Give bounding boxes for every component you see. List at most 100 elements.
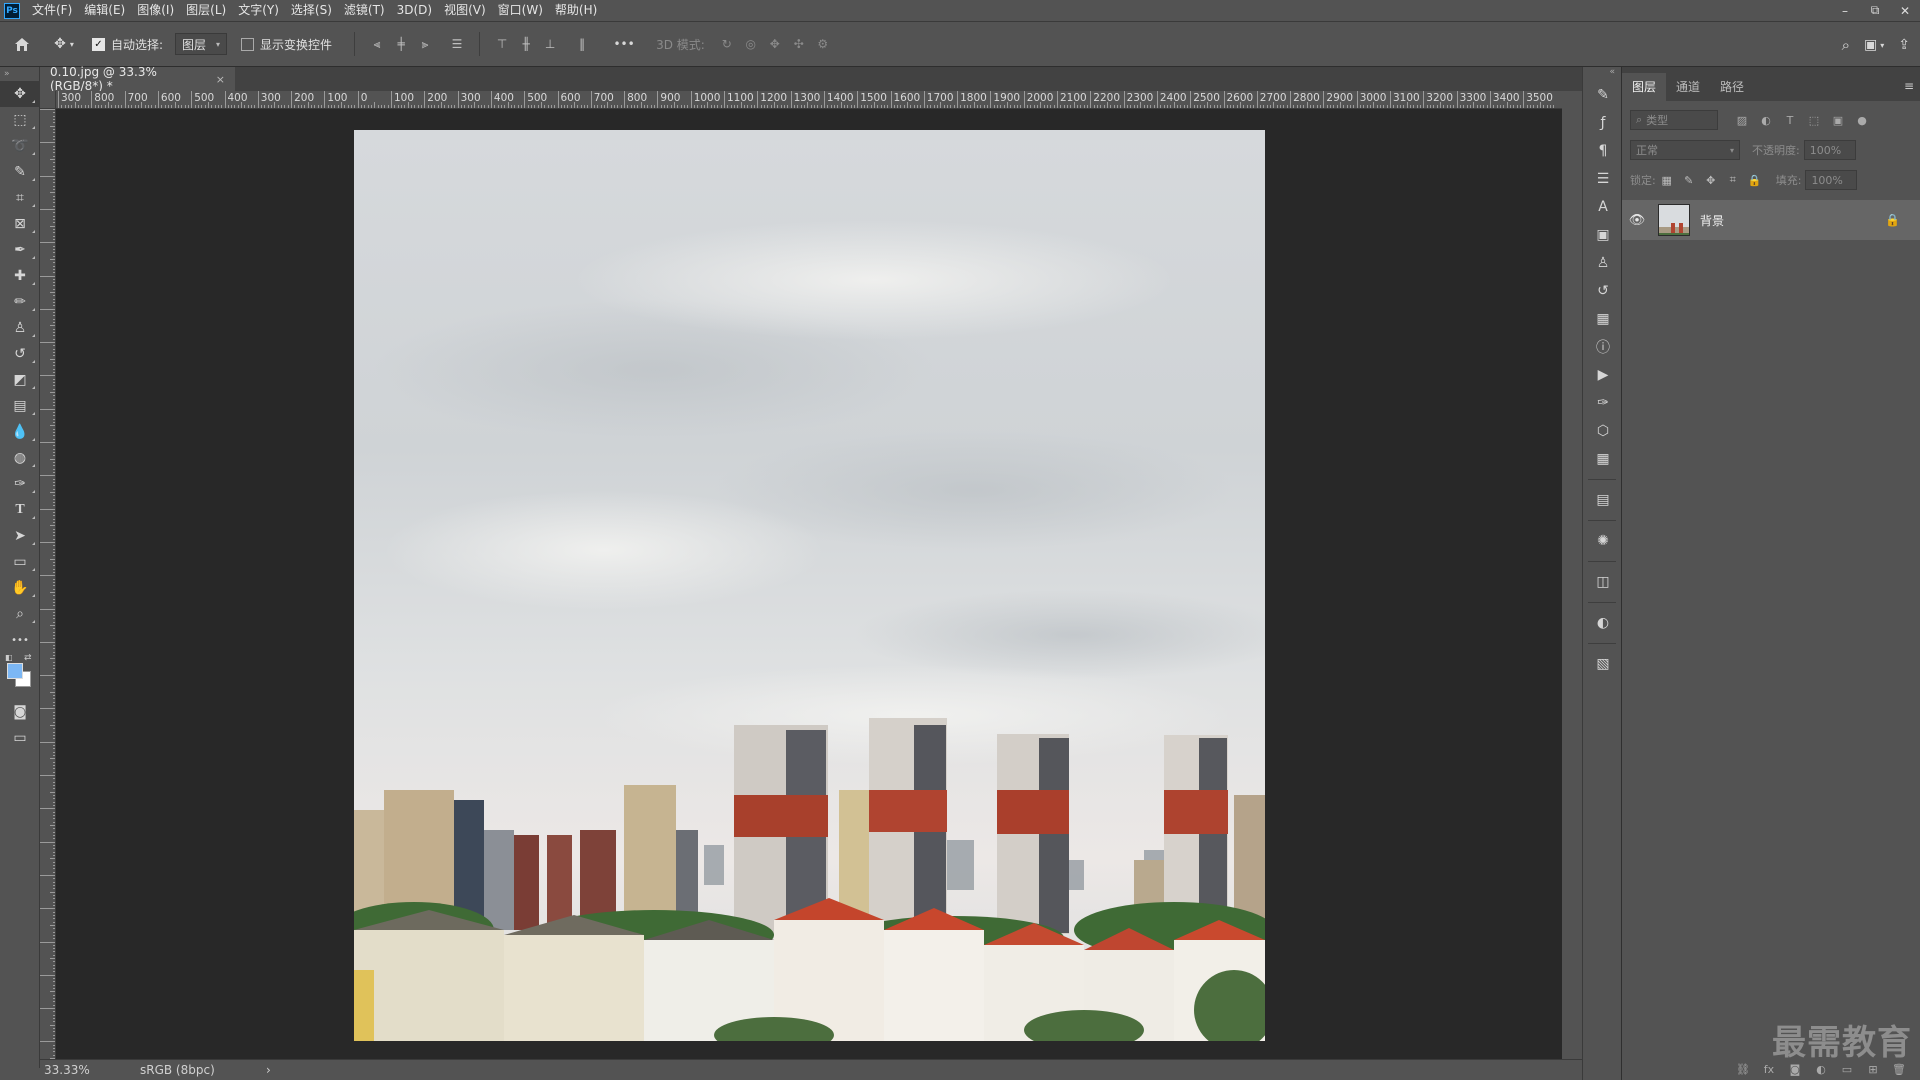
tab-channels[interactable]: 通道 bbox=[1666, 73, 1710, 101]
menu-item[interactable]: 编辑(E) bbox=[78, 0, 131, 21]
history-icon[interactable]: ↺ bbox=[1583, 277, 1623, 305]
horizontal-ruler[interactable]: 300 800 700 600 500 400 300 200 100 0 100 200 300 400… bbox=[56, 91, 1562, 109]
navigator-icon[interactable]: ◫ bbox=[1583, 568, 1623, 596]
slide-3d-icon[interactable]: ✣ bbox=[787, 37, 811, 51]
path-select-tool[interactable]: ➤ bbox=[0, 523, 40, 549]
layer-filter-dropdown[interactable]: ⌕ 类型 bbox=[1630, 110, 1718, 130]
align-bottom-icon[interactable]: ⊥ bbox=[538, 37, 562, 51]
menu-item[interactable]: 选择(S) bbox=[285, 0, 338, 21]
vertical-ruler[interactable] bbox=[40, 109, 56, 1059]
blend-mode-dropdown[interactable]: 正常 ▾ bbox=[1630, 140, 1740, 160]
table-icon[interactable]: ▦ bbox=[1583, 445, 1623, 473]
brush-tool[interactable]: ✏ bbox=[0, 289, 40, 315]
lock-all-icon[interactable]: 🔒 bbox=[1744, 174, 1766, 187]
ruler-origin[interactable] bbox=[40, 91, 56, 109]
tab-layers[interactable]: 图层 bbox=[1622, 73, 1667, 101]
document-tab[interactable]: 0.10.jpg @ 33.3%(RGB/8*) * × bbox=[40, 65, 235, 93]
menu-item[interactable]: 文字(Y) bbox=[232, 0, 285, 21]
menu-item[interactable]: 文件(F) bbox=[26, 0, 78, 21]
auto-select-checkbox[interactable]: ✓ 自动选择: bbox=[92, 36, 163, 53]
type-tool[interactable]: T bbox=[0, 497, 40, 523]
gradients-icon[interactable]: ▧ bbox=[1583, 650, 1623, 678]
hand-tool[interactable]: ✋ bbox=[0, 575, 40, 601]
layer-style-icon[interactable]: fx bbox=[1756, 1063, 1782, 1076]
zoom-tool[interactable]: ⌕ bbox=[0, 601, 40, 627]
paragraph-icon[interactable]: ¶ bbox=[1583, 137, 1623, 165]
link-layers-icon[interactable]: ⛓ bbox=[1730, 1063, 1756, 1076]
filter-adjustment-icon[interactable]: ◐ bbox=[1754, 114, 1778, 127]
lock-position-icon[interactable]: ✥ bbox=[1700, 174, 1722, 187]
menu-item[interactable]: 图像(I) bbox=[131, 0, 180, 21]
blur-tool[interactable]: 💧 bbox=[0, 419, 40, 445]
close-window-button[interactable]: ✕ bbox=[1890, 0, 1920, 21]
adjustments-icon[interactable]: ◐ bbox=[1583, 609, 1623, 637]
3d-icon[interactable]: ⬡ bbox=[1583, 417, 1623, 445]
actions-icon[interactable]: ▶ bbox=[1583, 361, 1623, 389]
filter-shape-icon[interactable]: ⬚ bbox=[1802, 114, 1826, 127]
layer-lock-icon[interactable]: 🔒 bbox=[1885, 213, 1900, 227]
glyphs-icon[interactable]: ƒ bbox=[1583, 109, 1623, 137]
menu-item[interactable]: 窗口(W) bbox=[492, 0, 549, 21]
swap-colors-icon[interactable]: ⇄ bbox=[24, 653, 32, 663]
align-center-h-icon[interactable]: ╪ bbox=[389, 37, 413, 51]
crop-tool[interactable]: ⌗ bbox=[0, 185, 40, 211]
new-layer-icon[interactable]: ⊞ bbox=[1860, 1063, 1886, 1076]
filter-toggle-icon[interactable]: ● bbox=[1850, 114, 1874, 127]
opacity-input[interactable]: 100% bbox=[1803, 140, 1856, 160]
restore-button[interactable]: ⧉ bbox=[1860, 0, 1890, 21]
align-middle-icon[interactable]: ╫ bbox=[514, 37, 538, 51]
status-menu-arrow-icon[interactable]: › bbox=[266, 1063, 271, 1077]
libraries-icon[interactable]: ▣ bbox=[1583, 221, 1623, 249]
foreground-color-swatch[interactable] bbox=[7, 663, 23, 679]
character-icon[interactable]: A bbox=[1583, 193, 1623, 221]
delete-layer-icon[interactable]: 🗑 bbox=[1886, 1063, 1912, 1076]
show-transform-checkbox[interactable]: 显示变换控件 bbox=[241, 36, 332, 53]
eraser-tool[interactable]: ◩ bbox=[0, 367, 40, 393]
close-tab-icon[interactable]: × bbox=[216, 73, 225, 86]
align-left-icon[interactable]: ⫷ bbox=[365, 37, 389, 52]
new-group-icon[interactable]: ▭ bbox=[1834, 1063, 1860, 1076]
history-brush-tool[interactable]: ↺ bbox=[0, 341, 40, 367]
filter-type-icon[interactable]: T bbox=[1778, 114, 1802, 127]
properties-icon[interactable]: ☰ bbox=[1583, 165, 1623, 193]
workspace-icon[interactable]: ▣ ▾ bbox=[1864, 30, 1884, 60]
fill-input[interactable]: 100% bbox=[1805, 170, 1858, 190]
home-icon[interactable] bbox=[0, 29, 44, 59]
tab-paths[interactable]: 路径 bbox=[1710, 73, 1754, 101]
menu-item[interactable]: 图层(L) bbox=[180, 0, 232, 21]
minimize-button[interactable]: – bbox=[1830, 0, 1860, 21]
auto-select-target-dropdown[interactable]: 图层 ▾ bbox=[175, 33, 228, 55]
visibility-eye-icon[interactable]: 👁 bbox=[1622, 213, 1652, 228]
swatches-icon[interactable]: ▦ bbox=[1583, 305, 1623, 333]
filter-smart-object-icon[interactable]: ▣ bbox=[1826, 114, 1850, 127]
show-transform-check[interactable] bbox=[241, 37, 255, 51]
collapse-panels-icon[interactable]: « bbox=[1583, 67, 1621, 81]
lock-transparent-icon[interactable]: ▦ bbox=[1656, 174, 1678, 187]
menu-item[interactable]: 视图(V) bbox=[438, 0, 492, 21]
dodge-tool[interactable]: ◍ bbox=[0, 445, 40, 471]
frame-tool[interactable]: ⊠ bbox=[0, 211, 40, 237]
healing-brush-tool[interactable]: ✚ bbox=[0, 263, 40, 289]
menu-item[interactable]: 帮助(H) bbox=[549, 0, 603, 21]
move-tool[interactable]: ✥ bbox=[0, 81, 40, 107]
quick-mask-icon[interactable]: ◙ bbox=[0, 699, 40, 725]
clone-source-icon[interactable]: ♙ bbox=[1583, 249, 1623, 277]
lock-artboard-icon[interactable]: ⌗ bbox=[1722, 173, 1744, 187]
layer-row[interactable]: 👁 背景 🔒 bbox=[1622, 200, 1920, 240]
distribute-vertical-icon[interactable]: ☰ bbox=[445, 37, 469, 51]
menu-item[interactable]: 3D(D) bbox=[391, 0, 438, 21]
clone-stamp-tool[interactable]: ♙ bbox=[0, 315, 40, 341]
brush-settings-icon[interactable]: ✎ bbox=[1583, 81, 1623, 109]
align-top-icon[interactable]: ⊤ bbox=[490, 37, 514, 51]
eyedropper-tool[interactable]: ✒ bbox=[0, 237, 40, 263]
paths-icon[interactable]: ✑ bbox=[1583, 389, 1623, 417]
add-mask-icon[interactable]: ◙ bbox=[1782, 1063, 1808, 1076]
lasso-tool[interactable]: ➰ bbox=[0, 133, 40, 159]
adjustment-layer-icon[interactable]: ◐ bbox=[1808, 1063, 1834, 1076]
lock-image-icon[interactable]: ✎ bbox=[1678, 174, 1700, 187]
gear-icon[interactable]: ✺ bbox=[1583, 527, 1623, 555]
filter-pixel-icon[interactable]: ▨ bbox=[1730, 114, 1754, 127]
roll-3d-icon[interactable]: ◎ bbox=[739, 37, 763, 51]
more-options-button[interactable]: ••• bbox=[604, 29, 644, 59]
zoom-level[interactable]: 33.33% bbox=[44, 1063, 140, 1077]
